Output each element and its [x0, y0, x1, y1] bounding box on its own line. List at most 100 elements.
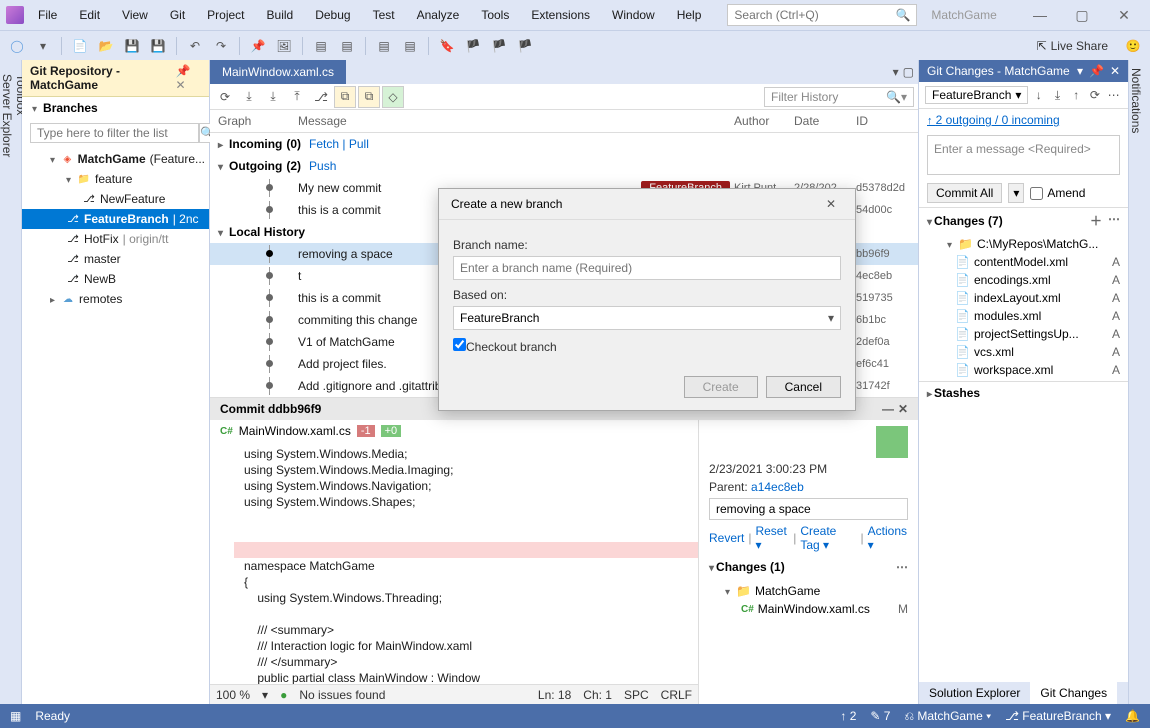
search-input[interactable]	[734, 8, 895, 22]
tree-repo[interactable]: ◈MatchGame (Feature...	[22, 149, 209, 169]
menu-git[interactable]: Git	[160, 4, 195, 26]
zoom-level[interactable]: 100 %	[216, 688, 250, 702]
tree-folder-feature[interactable]: 📁feature	[22, 169, 209, 189]
pull-icon[interactable]: ⤓	[262, 86, 284, 108]
actions-link[interactable]: Actions ▾	[868, 524, 908, 552]
indent-icon[interactable]: ▤	[310, 35, 332, 57]
change-file[interactable]: C#MainWindow.xaml.csM	[709, 600, 908, 618]
pull-icon[interactable]: ⤓	[1049, 88, 1066, 103]
pic-icon[interactable]: 🖼	[273, 35, 295, 57]
menu-extensions[interactable]: Extensions	[521, 4, 600, 26]
change-file[interactable]: 📄encodings.xmlA	[919, 271, 1128, 289]
tree-branch-hotfix[interactable]: ⎇HotFix | origin/tt	[22, 229, 209, 249]
fetch-pull-links[interactable]: Fetch | Pull	[309, 137, 369, 151]
change-file[interactable]: 📄vcs.xmlA	[919, 343, 1128, 361]
save-icon[interactable]: 💾	[121, 35, 143, 57]
fetch-icon[interactable]: ⤓	[238, 86, 260, 108]
bm-clear-icon[interactable]: 🏴	[514, 35, 536, 57]
menu-window[interactable]: Window	[602, 4, 665, 26]
add-icon[interactable]: ＋	[1090, 212, 1102, 229]
minimize-icon[interactable]: —	[882, 402, 894, 416]
change-folder[interactable]: 📁MatchGame	[709, 582, 908, 600]
tree-branch-master[interactable]: ⎇master	[22, 249, 209, 269]
save-all-icon[interactable]: 💾	[147, 35, 169, 57]
menu-debug[interactable]: Debug	[305, 4, 360, 26]
feedback-icon[interactable]: 🙂	[1122, 35, 1144, 57]
filter3-icon[interactable]: ◇	[382, 86, 404, 108]
live-share-button[interactable]: ⇱ Live Share	[1037, 39, 1108, 53]
notifications-tab[interactable]: Notifications	[1128, 60, 1150, 704]
menu-tools[interactable]: Tools	[471, 4, 519, 26]
parent-link[interactable]: a14ec8eb	[751, 480, 804, 494]
tree-branch-featurebranch[interactable]: ⎇FeatureBranch | 2nc	[22, 209, 209, 229]
commit-message-field[interactable]	[709, 498, 908, 520]
tab-dropdown-icon[interactable]: ▾	[893, 65, 899, 79]
menu-edit[interactable]: Edit	[69, 4, 110, 26]
create-button[interactable]: Create	[684, 376, 758, 398]
dropdown-icon[interactable]: ▾	[1077, 64, 1083, 78]
sync-status-link[interactable]: ↑ 2 outgoing / 0 incoming	[919, 109, 1128, 131]
filter2-icon[interactable]: ⧉	[358, 86, 380, 108]
graph-icon[interactable]: ⎇	[310, 86, 332, 108]
change-file[interactable]: 📄projectSettingsUp...A	[919, 325, 1128, 343]
outgoing-section[interactable]: Outgoing (2) Push	[210, 155, 918, 177]
pin-close-icon[interactable]: 📌 ✕	[175, 64, 201, 92]
change-file[interactable]: 📄workspace.xmlA	[919, 361, 1128, 379]
menu-view[interactable]: View	[112, 4, 158, 26]
redo-icon[interactable]: ↷	[210, 35, 232, 57]
bm-next-icon[interactable]: 🏴	[488, 35, 510, 57]
push-icon[interactable]: ↑	[1068, 88, 1085, 102]
revert-link[interactable]: Revert	[709, 531, 744, 545]
more-icon[interactable]: ⋯	[896, 560, 908, 574]
zoom-dropdown[interactable]: ▾	[262, 688, 268, 702]
menu-build[interactable]: Build	[257, 4, 304, 26]
change-file[interactable]: 📄contentModel.xmlA	[919, 253, 1128, 271]
commit-message-input[interactable]: Enter a message <Required>	[927, 135, 1120, 175]
pin-icon[interactable]: 📌	[1089, 64, 1104, 78]
pin-icon[interactable]: 📌	[247, 35, 269, 57]
code-diff-view[interactable]: using System.Windows.Media; using System…	[210, 442, 698, 684]
tab-solution-explorer[interactable]: Solution Explorer	[919, 682, 1030, 704]
close-icon[interactable]: ✕	[1110, 64, 1120, 78]
more-icon[interactable]: ⋯	[1108, 212, 1120, 229]
menu-analyze[interactable]: Analyze	[407, 4, 470, 26]
tree-branch-newb[interactable]: ⎇NewB	[22, 269, 209, 289]
tree-remotes[interactable]: ☁remotes	[22, 289, 209, 309]
create-tag-link[interactable]: Create Tag ▾	[800, 524, 856, 552]
fetch-icon[interactable]: ↓	[1030, 88, 1047, 102]
menu-project[interactable]: Project	[197, 4, 254, 26]
branches-header[interactable]: Branches	[22, 97, 209, 119]
filter-history-input[interactable]: Filter History 🔍▾	[764, 87, 914, 107]
checkout-branch-checkbox[interactable]: Checkout branch	[453, 338, 841, 354]
git-repo-tab[interactable]: Git Repository - MatchGame 📌 ✕	[22, 60, 209, 97]
open-icon[interactable]: 📂	[95, 35, 117, 57]
pending-changes[interactable]: ✎ 7	[870, 709, 890, 723]
new-project-icon[interactable]: 📄	[69, 35, 91, 57]
commit-all-dropdown[interactable]: ▾	[1008, 183, 1024, 203]
close-icon[interactable]: ✕	[898, 402, 908, 416]
document-tab[interactable]: MainWindow.xaml.cs	[210, 60, 346, 84]
menu-test[interactable]: Test	[363, 4, 405, 26]
reset-link[interactable]: Reset ▾	[755, 524, 789, 552]
bm-prev-icon[interactable]: 🏴	[462, 35, 484, 57]
push-link[interactable]: Push	[309, 159, 336, 173]
menu-help[interactable]: Help	[667, 4, 712, 26]
menu-file[interactable]: File	[28, 4, 67, 26]
sync-icon[interactable]: ⟳	[1087, 88, 1104, 102]
outdent-icon[interactable]: ▤	[336, 35, 358, 57]
branch-filter-input[interactable]	[30, 123, 199, 143]
incoming-section[interactable]: Incoming (0) Fetch | Pull	[210, 133, 918, 155]
tab-window-icon[interactable]: ▢	[903, 65, 914, 79]
tree-branch-newfeature[interactable]: ⎇NewFeature	[22, 189, 209, 209]
search-box[interactable]: 🔍	[727, 4, 917, 26]
amend-checkbox[interactable]: Amend	[1030, 186, 1085, 200]
dialog-close-icon[interactable]: ✕	[819, 197, 843, 211]
tab-git-changes[interactable]: Git Changes	[1030, 682, 1117, 704]
filter1-icon[interactable]: ⧉	[334, 86, 356, 108]
cancel-button[interactable]: Cancel	[766, 376, 841, 398]
branch-indicator[interactable]: ⎇ FeatureBranch ▾	[1005, 709, 1111, 723]
push-icon[interactable]: ⤒	[286, 86, 308, 108]
notification-bell-icon[interactable]: 🔔	[1125, 709, 1140, 723]
uncomment-icon[interactable]: ▤	[399, 35, 421, 57]
based-on-select[interactable]: FeatureBranch▾	[453, 306, 841, 330]
